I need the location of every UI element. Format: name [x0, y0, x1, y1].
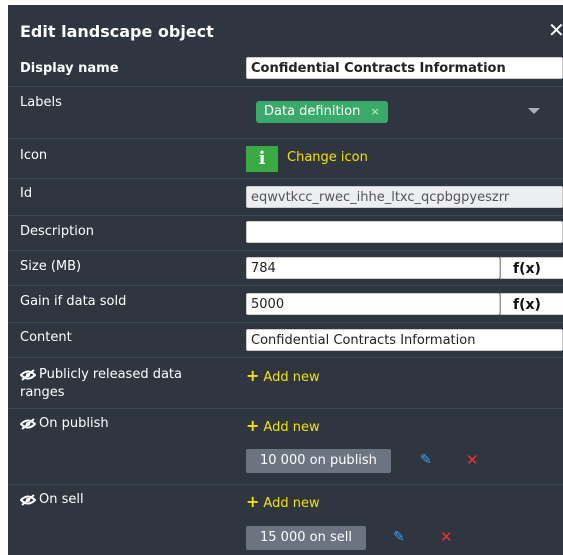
- on-publish-add-new[interactable]: + Add new: [246, 416, 320, 435]
- divider: [8, 484, 563, 485]
- plus-icon: +: [246, 416, 260, 435]
- add-new-label: Add new: [263, 496, 320, 511]
- display-name-label: Display name: [20, 61, 119, 76]
- divider: [8, 215, 563, 216]
- dialog-title: Edit landscape object: [20, 22, 214, 41]
- divider: [8, 408, 563, 409]
- remove-tag-icon[interactable]: ×: [371, 105, 380, 118]
- change-icon-link[interactable]: Change icon: [287, 150, 368, 165]
- content-label: Content: [20, 330, 72, 345]
- eye-slash-icon: [20, 368, 36, 381]
- plus-icon: +: [246, 492, 260, 511]
- size-input[interactable]: 784: [246, 257, 500, 279]
- content-input[interactable]: Confidential Contracts Information: [246, 329, 563, 351]
- add-new-label: Add new: [263, 370, 320, 385]
- publicly-released-text: Publicly released data ranges: [20, 367, 182, 400]
- label-tag-data-definition[interactable]: Data definition ×: [256, 101, 388, 123]
- id-label: Id: [20, 186, 33, 201]
- divider: [8, 250, 563, 251]
- pencil-icon[interactable]: ✎: [393, 529, 405, 545]
- on-publish-text: On publish: [39, 416, 109, 431]
- divider: [8, 138, 563, 139]
- close-icon[interactable]: ✕: [548, 18, 563, 42]
- label-tag-text: Data definition: [264, 104, 361, 119]
- divider: [8, 178, 563, 179]
- gain-input[interactable]: 5000: [246, 293, 500, 315]
- eye-slash-icon: [20, 493, 36, 506]
- on-sell-add-new[interactable]: + Add new: [246, 492, 320, 511]
- pencil-icon[interactable]: ✎: [420, 452, 432, 468]
- size-label: Size (MB): [20, 259, 82, 274]
- gain-formula-button[interactable]: f(x): [500, 293, 563, 315]
- caret-down-icon[interactable]: [528, 108, 540, 114]
- add-new-label: Add new: [263, 420, 320, 435]
- on-sell-text: On sell: [39, 492, 84, 507]
- edit-landscape-object-dialog: Edit landscape object ✕ Display name Con…: [8, 5, 563, 555]
- labels-label: Labels: [20, 95, 62, 110]
- divider: [8, 86, 563, 87]
- plus-icon: +: [246, 366, 260, 385]
- divider: [8, 357, 563, 358]
- on-sell-label: On sell: [20, 492, 84, 507]
- id-field: eqwvtkcc_rwec_ihhe_ltxc_qcpbgpyeszrr: [246, 186, 563, 208]
- x-icon[interactable]: ✕: [440, 528, 453, 546]
- description-label: Description: [20, 224, 95, 239]
- size-formula-button[interactable]: f(x): [500, 257, 563, 279]
- publicly-released-label: Publicly released data ranges: [20, 366, 220, 402]
- info-icon: i: [246, 146, 278, 172]
- gain-label: Gain if data sold: [20, 294, 127, 309]
- x-icon[interactable]: ✕: [466, 451, 479, 469]
- on-publish-item: 10 000 on publish: [246, 449, 391, 473]
- eye-slash-icon: [20, 417, 36, 430]
- display-name-input[interactable]: Confidential Contracts Information: [246, 57, 563, 79]
- publicly-released-add-new[interactable]: + Add new: [246, 366, 320, 385]
- divider: [8, 322, 563, 323]
- description-input[interactable]: [246, 221, 563, 243]
- on-publish-label: On publish: [20, 416, 109, 431]
- divider: [8, 285, 563, 286]
- icon-label: Icon: [20, 148, 48, 163]
- on-sell-item: 15 000 on sell: [246, 526, 366, 550]
